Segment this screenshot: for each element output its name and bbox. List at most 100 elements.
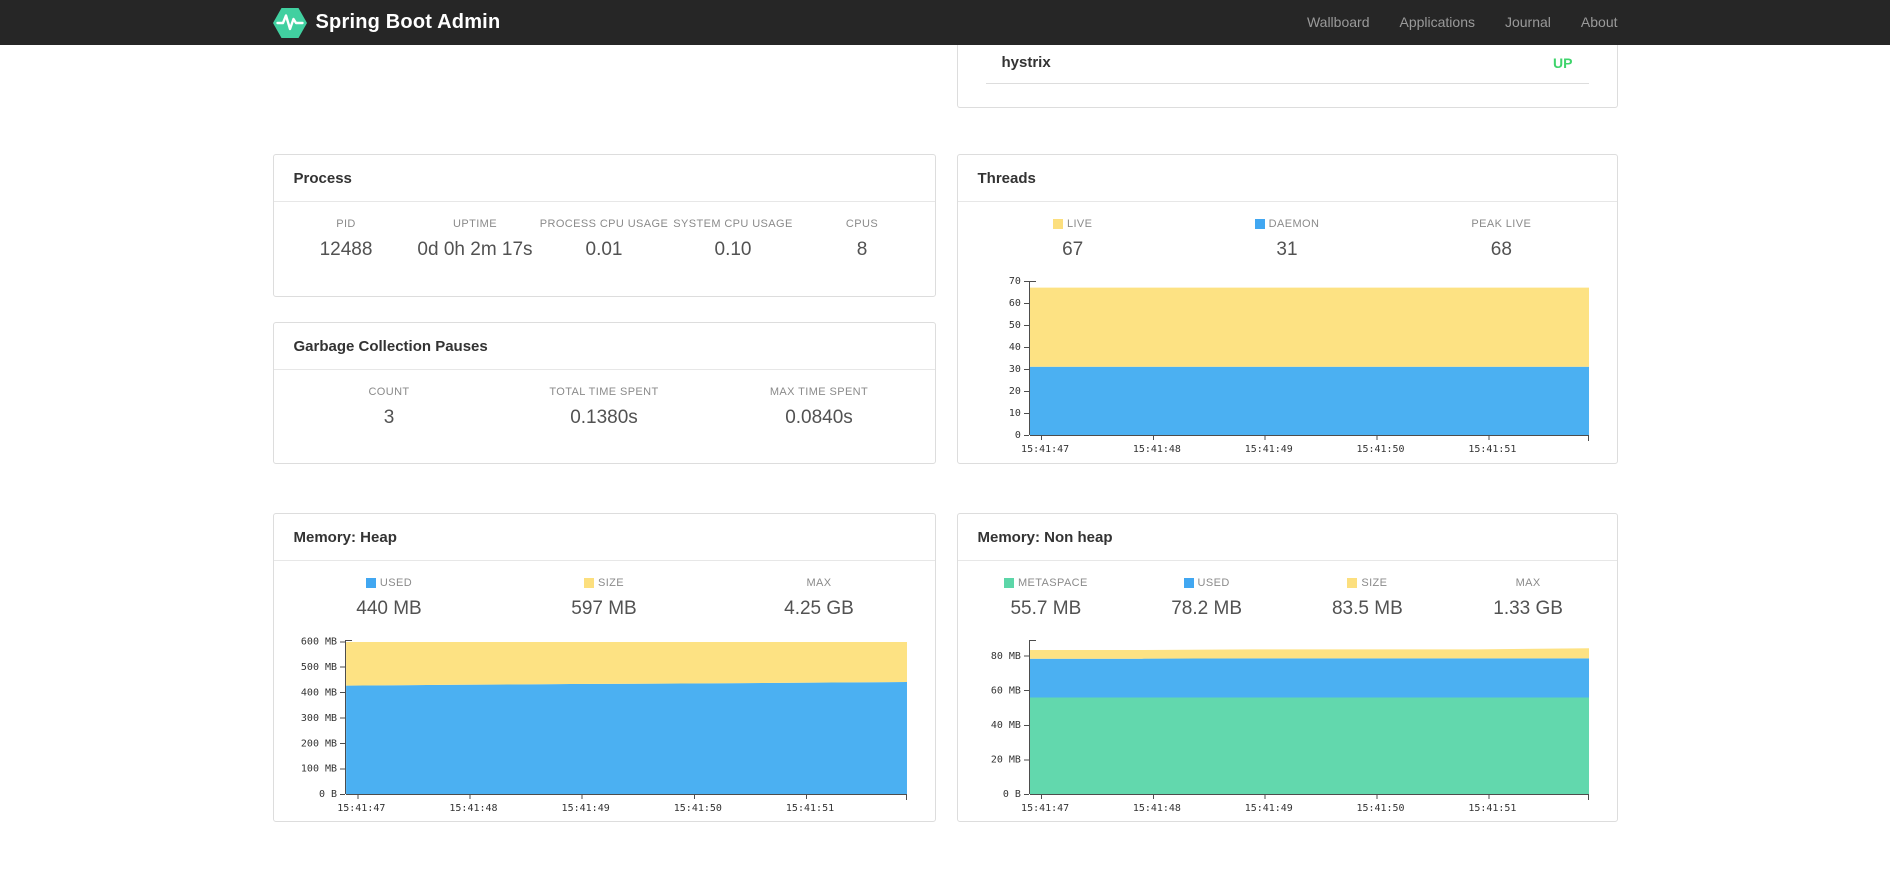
stat-label: SYSTEM CPU USAGE bbox=[669, 218, 798, 230]
stat-label: USED bbox=[282, 577, 497, 589]
stat-value: 12488 bbox=[319, 238, 373, 260]
stat-label-text: PID bbox=[336, 217, 356, 230]
y-tick-label: 20 MB bbox=[990, 754, 1020, 765]
stat-max: MAX 4.25 GB bbox=[712, 577, 927, 620]
stat-metaspace: METASPACE 55.7 MB bbox=[966, 577, 1127, 620]
stat-label: METASPACE bbox=[966, 577, 1127, 589]
stat-value: 4.25 GB bbox=[784, 597, 854, 619]
stat-value: 0.0840s bbox=[785, 406, 853, 428]
stat-max: MAX 1.33 GB bbox=[1448, 577, 1609, 620]
stat-label: LIVE bbox=[966, 218, 1180, 230]
stat-label-text: TOTAL TIME SPENT bbox=[549, 385, 659, 398]
health-row-hystrix: hystrix UP bbox=[985, 45, 1589, 84]
stat-size: SIZE 597 MB bbox=[497, 577, 712, 620]
stat-label: DAEMON bbox=[1180, 218, 1394, 230]
nav-item-journal: Journal bbox=[1490, 0, 1566, 45]
x-tick-label: 15:41:48 bbox=[1132, 802, 1180, 813]
y-tick-label: 200 MB bbox=[300, 738, 336, 749]
y-tick-label: 600 MB bbox=[300, 636, 336, 647]
health-card: hystrix UP bbox=[956, 45, 1618, 108]
stat-value: 78.2 MB bbox=[1171, 597, 1242, 619]
legend-color-icon bbox=[1183, 577, 1194, 588]
stat-label: SIZE bbox=[1287, 577, 1448, 589]
stat-label-text: LIVE bbox=[1066, 217, 1093, 230]
series-area-size bbox=[345, 641, 907, 686]
y-tick-label: 10 bbox=[1008, 408, 1020, 419]
left-column-spacer bbox=[273, 45, 936, 108]
threads-legend: LIVE 67 DAEMON 31 PEAK LIVE 68 bbox=[958, 202, 1617, 271]
stat-used: USED 78.2 MB bbox=[1126, 577, 1287, 620]
stat-label-text: SYSTEM CPU USAGE bbox=[673, 217, 793, 230]
x-tick-label: 15:41:50 bbox=[1356, 802, 1404, 813]
nav-link-journal[interactable]: Journal bbox=[1490, 0, 1566, 45]
gc-card-title: Garbage Collection Pauses bbox=[273, 323, 935, 370]
stat-label-text: SIZE bbox=[597, 576, 625, 589]
stat-label-text: PEAK LIVE bbox=[1471, 217, 1532, 230]
x-tick-label: 15:41:47 bbox=[1021, 802, 1069, 813]
nav-link-about[interactable]: About bbox=[1566, 0, 1618, 45]
stat-label-text: MAX TIME SPENT bbox=[769, 385, 869, 398]
gc-card: Garbage Collection Pauses COUNT 3 TOTAL TI… bbox=[272, 322, 936, 464]
nav-link-wallboard[interactable]: Wallboard bbox=[1292, 0, 1385, 45]
y-tick-label: 40 MB bbox=[990, 719, 1020, 730]
memory-heap-card: Memory: Heap USED 440 MB SIZE 597 MB MAX 4.25… bbox=[272, 513, 936, 822]
stat-label: UPTIME bbox=[411, 218, 540, 230]
y-tick-label: 40 bbox=[1008, 342, 1020, 353]
stat-label-text: PROCESS CPU USAGE bbox=[539, 217, 669, 230]
x-tick-label: 15:41:51 bbox=[785, 803, 833, 814]
threads-chart-area: 0 10 20 30 40 50 60 70 15:41:47 15:41:48 15:41:49 1… bbox=[958, 271, 1617, 463]
stat-label: TOTAL TIME SPENT bbox=[497, 386, 712, 398]
stat-label-text: MAX bbox=[806, 576, 832, 589]
stat-value: 68 bbox=[1490, 238, 1512, 260]
memory-nonheap-card: Memory: Non heap METASPACE 55.7 MB USED 78.… bbox=[956, 513, 1618, 822]
series-area-live bbox=[1029, 287, 1589, 367]
series-area-metaspace bbox=[1029, 696, 1589, 794]
x-tick-label: 15:41:47 bbox=[1021, 443, 1069, 454]
y-tick-label: 70 bbox=[1008, 276, 1020, 287]
stat-process-cpu-usage: PROCESS CPU USAGE 0.01 bbox=[540, 218, 669, 261]
stat-label-text: DAEMON bbox=[1268, 217, 1320, 230]
stat-count: COUNT 3 bbox=[282, 386, 497, 429]
stat-value: 3 bbox=[383, 406, 395, 428]
stat-value: 0.10 bbox=[714, 238, 752, 260]
x-tick-label: 15:41:50 bbox=[1356, 443, 1404, 454]
stat-value: 1.33 GB bbox=[1493, 597, 1563, 619]
threads-card-title: Threads bbox=[957, 155, 1617, 202]
legend-color-icon bbox=[1347, 577, 1358, 588]
y-tick-label: 80 MB bbox=[990, 650, 1020, 661]
stat-label-text: METASPACE bbox=[1017, 576, 1088, 589]
stat-label: PID bbox=[282, 218, 411, 230]
stat-value: 83.5 MB bbox=[1331, 597, 1403, 619]
navbar-menu: Wallboard Applications Journal About bbox=[1292, 0, 1618, 45]
stat-label-text: USED bbox=[379, 576, 413, 589]
memory-nonheap-chart-area: 0 B 20 MB 40 MB 60 MB 80 MB 15:41:47 15:41:48 1… bbox=[958, 630, 1617, 822]
y-tick-label: 0 B bbox=[318, 789, 336, 800]
y-tick-label: 60 bbox=[1008, 298, 1020, 309]
brand-link[interactable]: Spring Boot Admin bbox=[272, 7, 501, 38]
y-tick-label: 500 MB bbox=[300, 661, 336, 672]
nav-item-about: About bbox=[1566, 0, 1618, 45]
nav-link-applications[interactable]: Applications bbox=[1384, 0, 1490, 45]
y-tick-label: 300 MB bbox=[300, 712, 336, 723]
y-tick-label: 30 bbox=[1008, 364, 1020, 375]
stat-label: PROCESS CPU USAGE bbox=[540, 218, 669, 230]
stat-value: 8 bbox=[856, 238, 868, 260]
stat-label: MAX bbox=[1448, 577, 1609, 589]
y-tick-label: 50 bbox=[1008, 320, 1020, 331]
x-tick-label: 15:41:48 bbox=[449, 803, 497, 814]
stat-value: 31 bbox=[1276, 238, 1298, 260]
stat-uptime: UPTIME 0d 0h 2m 17s bbox=[411, 218, 540, 261]
process-card: Process PID 12488 UPTIME 0d 0h 2m 17s PROCES… bbox=[272, 154, 936, 297]
stat-value: 440 MB bbox=[356, 597, 422, 619]
stat-value: 597 MB bbox=[571, 597, 637, 619]
process-card-title: Process bbox=[273, 155, 935, 202]
y-tick-label: 400 MB bbox=[300, 687, 336, 698]
legend-color-icon bbox=[1254, 218, 1265, 229]
stat-label: COUNT bbox=[282, 386, 497, 398]
stat-live: LIVE 67 bbox=[966, 218, 1180, 261]
x-tick-label: 15:41:51 bbox=[1468, 802, 1516, 813]
series-area-size bbox=[1029, 647, 1589, 659]
legend-color-icon bbox=[365, 577, 376, 588]
x-tick-label: 15:41:50 bbox=[673, 803, 721, 814]
legend-color-icon bbox=[583, 577, 594, 588]
